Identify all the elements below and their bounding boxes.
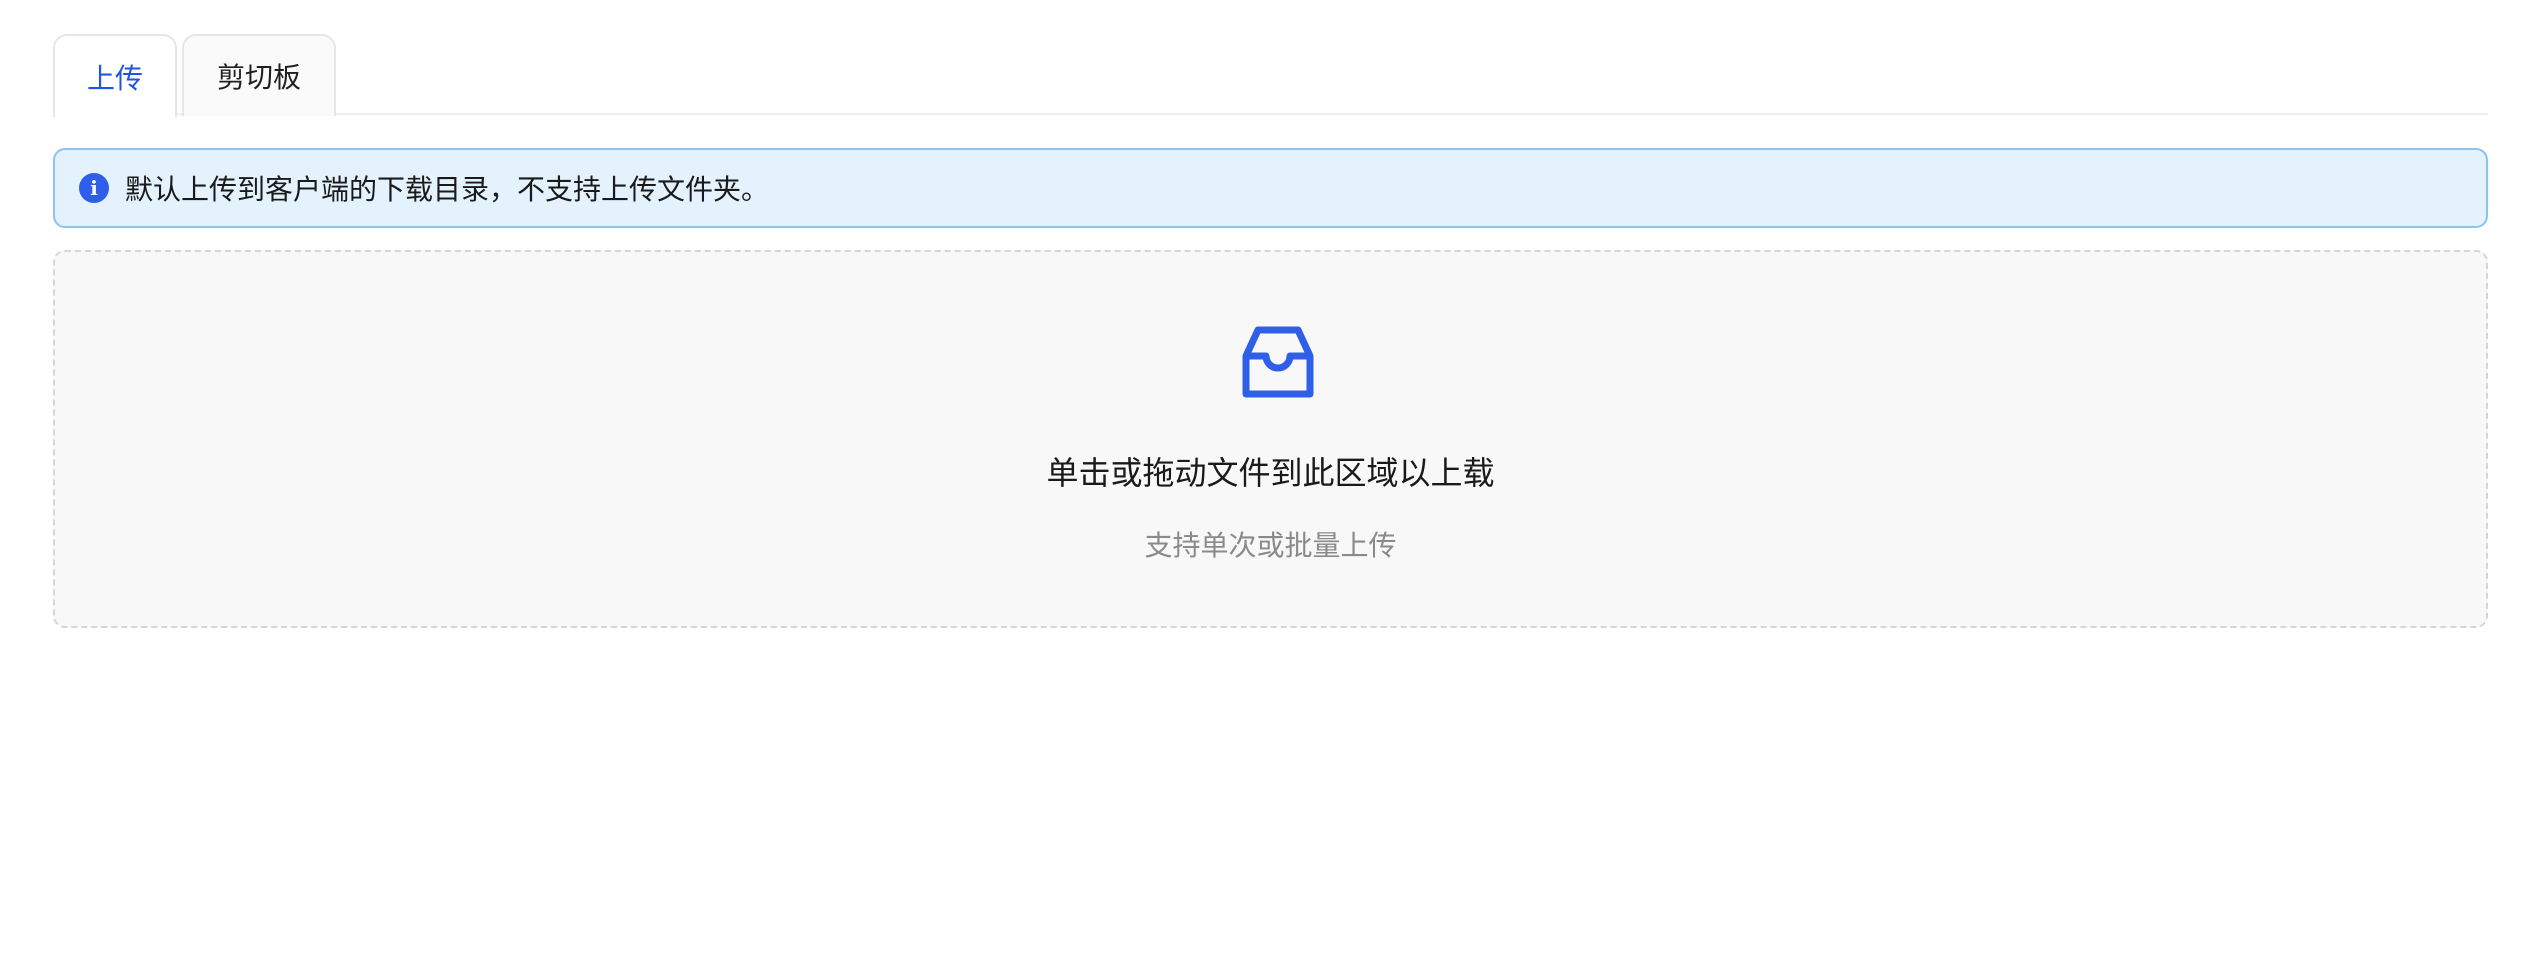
info-alert: i 默认上传到客户端的下载目录，不支持上传文件夹。 [53, 148, 2488, 228]
tab-clipboard[interactable]: 剪切板 [182, 34, 336, 116]
tab-bar: 上传 剪切板 [53, 34, 2488, 117]
dropzone-hint: 支持单次或批量上传 [1144, 529, 1397, 562]
tab-upload-label: 上传 [86, 61, 143, 95]
alert-text: 默认上传到客户端的下载目录，不支持上传文件夹。 [125, 173, 770, 206]
inbox-icon [1242, 326, 1314, 398]
tab-clipboard-label: 剪切板 [216, 61, 301, 94]
dropzone-title: 单击或拖动文件到此区域以上载 [1046, 454, 1495, 492]
tab-upload[interactable]: 上传 [53, 34, 177, 117]
upload-dropzone[interactable]: 单击或拖动文件到此区域以上载 支持单次或批量上传 [53, 250, 2488, 628]
info-icon: i [79, 173, 109, 203]
upload-page: 上传 剪切板 i 默认上传到客户端的下载目录，不支持上传文件夹。 单击或拖动文件… [0, 0, 2548, 974]
